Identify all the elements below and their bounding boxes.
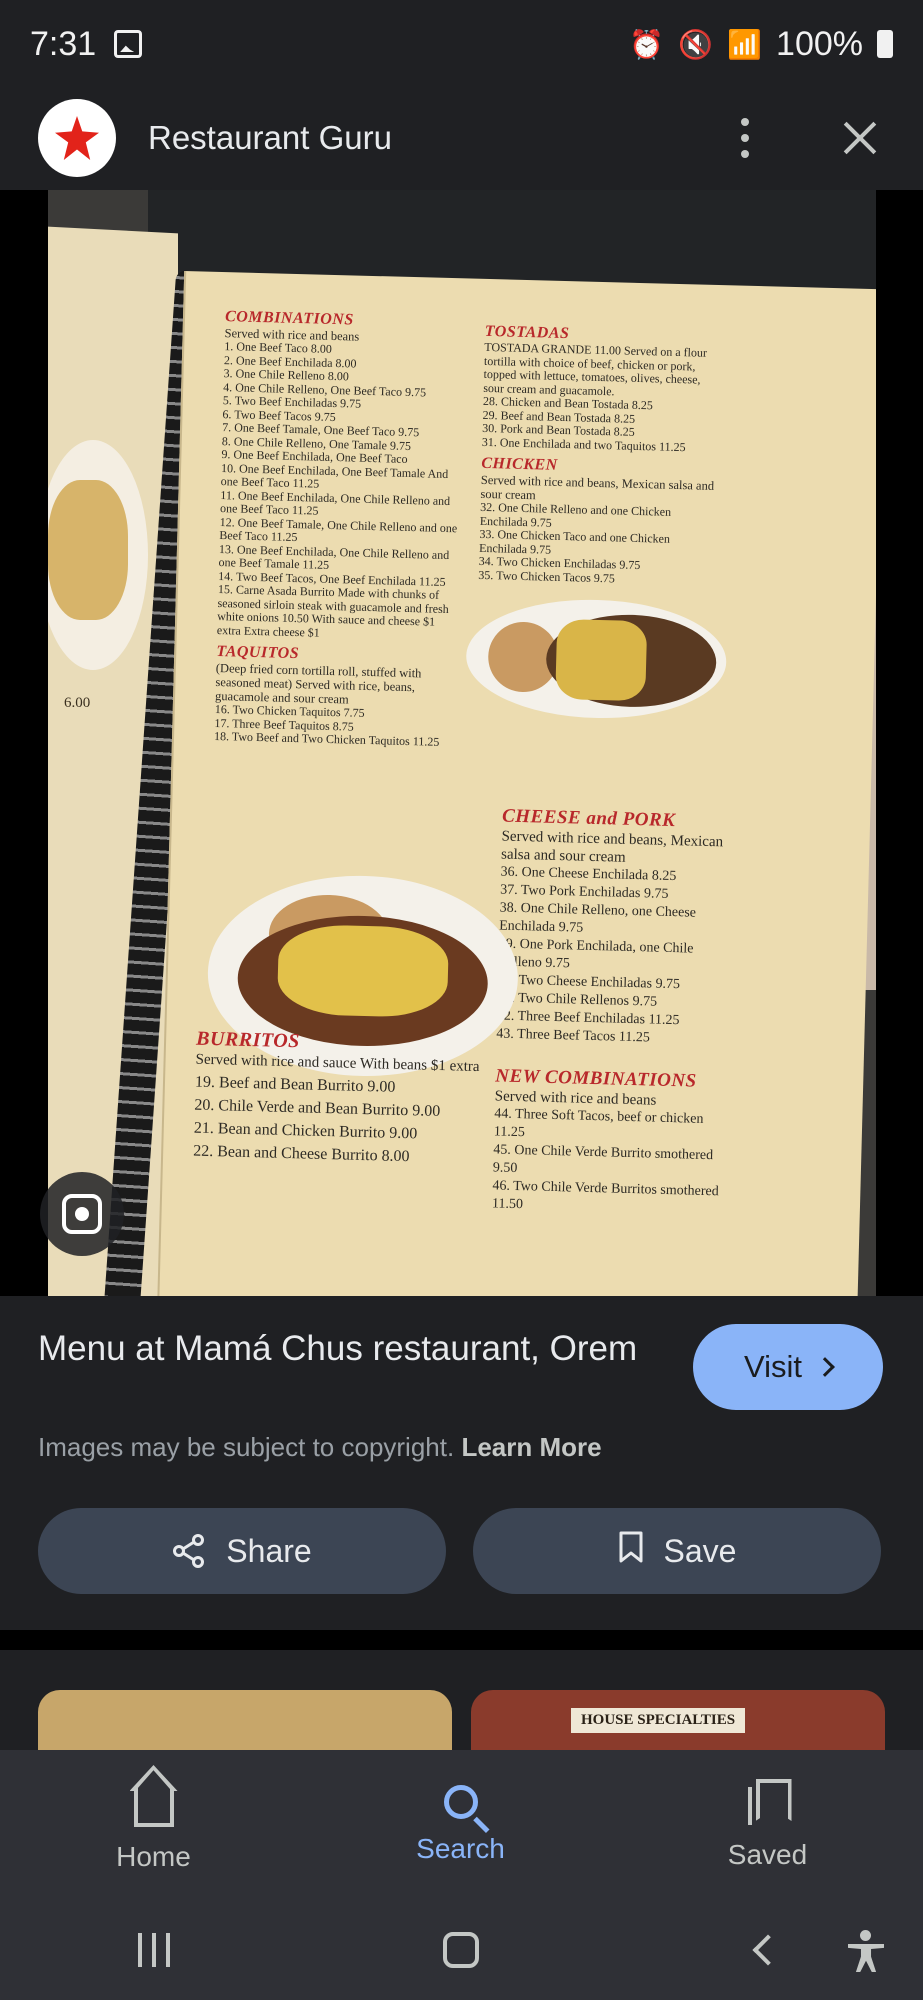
wifi-icon: 📶 bbox=[727, 28, 763, 60]
restaurant-guru-logo[interactable] bbox=[38, 99, 116, 177]
related-images: HOUSE SPECIALTIES bbox=[0, 1650, 923, 1750]
visit-label: Visit bbox=[743, 1349, 802, 1384]
nav-saved[interactable]: Saved bbox=[614, 1750, 921, 1900]
share-button[interactable]: Share bbox=[38, 1508, 446, 1594]
mute-icon: 🔇 bbox=[678, 28, 714, 60]
battery-icon bbox=[877, 30, 893, 58]
copyright-notice: Images may be subject to copyright. Lear… bbox=[38, 1432, 602, 1463]
chevron-right-icon bbox=[815, 1357, 835, 1377]
save-button[interactable]: Save bbox=[473, 1508, 881, 1594]
recent-apps-icon bbox=[137, 1933, 170, 1967]
image-info-panel: Menu at Mamá Chus restaurant, Orem Visit… bbox=[0, 1296, 923, 1630]
app-header: Restaurant Guru bbox=[0, 88, 923, 188]
bottom-navigation: Home Search Saved bbox=[0, 1750, 923, 1900]
system-home-icon bbox=[442, 1932, 479, 1968]
back-icon bbox=[751, 1934, 784, 1966]
menu-page: COMBINATIONS Served with rice and beans … bbox=[155, 271, 876, 1296]
left-page-price: 6.00 bbox=[64, 695, 91, 711]
system-home-button[interactable] bbox=[307, 1900, 614, 2000]
app-title: Restaurant Guru bbox=[148, 119, 392, 156]
nav-label: Search bbox=[416, 1833, 505, 1864]
learn-more-link[interactable]: Learn More bbox=[461, 1432, 601, 1462]
logo-star-icon bbox=[55, 116, 99, 160]
menu-item: 38. One Chile Relleno, one Cheese Enchil… bbox=[499, 900, 697, 936]
related-image-thumbnail[interactable]: HOUSE SPECIALTIES bbox=[471, 1690, 885, 1750]
menu-item: 45. One Chile Verde Burrito smothered 9.… bbox=[492, 1142, 714, 1177]
alarm-icon: ⏰ bbox=[629, 28, 665, 60]
close-icon[interactable] bbox=[835, 113, 885, 163]
google-lens-button[interactable] bbox=[40, 1172, 124, 1256]
menu-item: 39. One Pork Enchilada, one Chile Rellen… bbox=[498, 936, 694, 972]
status-bar: 7:31 ⏰ 🔇 📶 100% bbox=[0, 0, 923, 88]
food-plate-enchilada bbox=[464, 596, 728, 722]
nav-label: Home bbox=[116, 1841, 191, 1872]
share-icon bbox=[172, 1534, 206, 1568]
section-divider bbox=[0, 1630, 923, 1650]
system-navigation-bar bbox=[0, 1900, 923, 2000]
bookmark-icon bbox=[618, 1530, 644, 1572]
battery-level: 100% bbox=[776, 24, 863, 63]
thumbnail-text: HOUSE SPECIALTIES bbox=[571, 1708, 746, 1733]
home-icon bbox=[133, 1787, 174, 1827]
saved-icon bbox=[747, 1779, 788, 1825]
status-icons: ⏰ 🔇 📶 100% bbox=[629, 25, 893, 64]
nav-search[interactable]: Search bbox=[307, 1750, 614, 1900]
menu-column-burritos: BURRITOS Served with rice and sauce With… bbox=[193, 1022, 517, 1170]
menu-photo: 6.00 COMBINATIONS Served with rice and b… bbox=[48, 190, 876, 1296]
menu-item: 46. Two Chile Verde Burritos smothered 1… bbox=[491, 1178, 719, 1213]
save-label: Save bbox=[663, 1532, 737, 1569]
more-options-icon[interactable] bbox=[725, 108, 765, 168]
section-subtitle: TOSTADA GRANDE 11.00 Served on a flour t… bbox=[483, 339, 708, 398]
menu-item: 44. Three Soft Tacos, beef or chicken 11… bbox=[493, 1106, 704, 1141]
share-label: Share bbox=[226, 1532, 312, 1569]
visit-button[interactable]: Visit bbox=[693, 1324, 883, 1410]
menu-column-left: COMBINATIONS Served with rice and beans … bbox=[214, 302, 465, 750]
image-title: Menu at Mamá Chus restaurant, Orem bbox=[38, 1329, 638, 1368]
image-viewer[interactable]: 6.00 COMBINATIONS Served with rice and b… bbox=[0, 190, 923, 1296]
section-subtitle: Served with rice and beans, Mexican sals… bbox=[500, 828, 724, 866]
google-lens-icon bbox=[62, 1194, 102, 1234]
copyright-text: Images may be subject to copyright. bbox=[38, 1432, 455, 1462]
nav-label: Saved bbox=[727, 1839, 808, 1870]
search-icon bbox=[443, 1785, 478, 1819]
status-time: 7:31 bbox=[30, 24, 97, 63]
accessibility-icon[interactable] bbox=[846, 1930, 886, 1974]
menu-column-right-lower: CHEESE and PORK Served with rice and bea… bbox=[492, 800, 743, 1220]
nav-home[interactable]: Home bbox=[0, 1750, 307, 1900]
related-image-thumbnail[interactable] bbox=[38, 1690, 452, 1750]
menu-item: 15. Carne Asada Burrito Made with chunks… bbox=[216, 582, 449, 640]
recent-apps-button[interactable] bbox=[0, 1900, 307, 2000]
image-notification-icon bbox=[114, 30, 143, 58]
menu-column-right: TOSTADAS TOSTADA GRANDE 11.00 Served on … bbox=[478, 317, 725, 588]
